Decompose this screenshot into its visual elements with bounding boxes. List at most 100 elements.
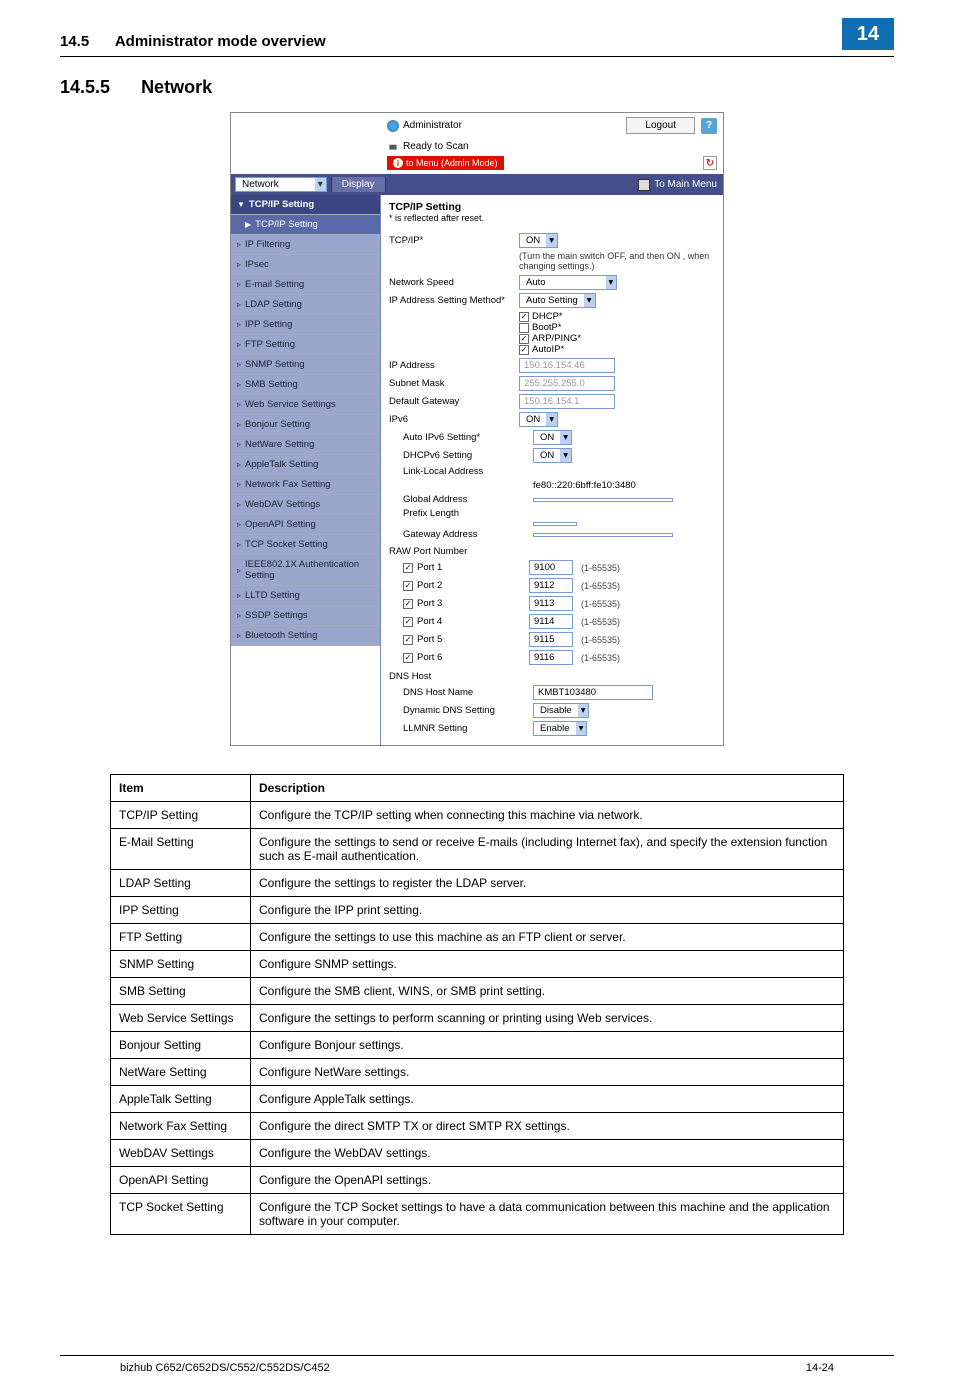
- dhcpv6-select[interactable]: ON▾: [533, 448, 572, 463]
- llmnr-select[interactable]: Enable▾: [533, 721, 587, 736]
- globaladdr-input[interactable]: [533, 498, 673, 502]
- port-input[interactable]: 9112: [529, 578, 573, 593]
- llmnr-label: LLMNR Setting: [403, 723, 533, 734]
- port-input[interactable]: 9113: [529, 596, 573, 611]
- port-input[interactable]: 9116: [529, 650, 573, 665]
- table-row: Web Service SettingsConfigure the settin…: [111, 1005, 844, 1032]
- ipaddr-input[interactable]: 150.16.154.46: [519, 358, 615, 373]
- port-label: Port 2: [417, 580, 529, 591]
- dyndns-label: Dynamic DNS Setting: [403, 705, 533, 716]
- help-button[interactable]: ?: [701, 118, 717, 134]
- port-input[interactable]: 9115: [529, 632, 573, 647]
- prefix-input[interactable]: [533, 522, 577, 526]
- th-item: Item: [111, 775, 251, 802]
- linklocal-label: Link-Local Address: [403, 466, 533, 477]
- port-checkbox[interactable]: ✓: [403, 599, 413, 609]
- port-checkbox[interactable]: ✓: [403, 563, 413, 573]
- sidebar-item[interactable]: ▹Web Service Settings: [231, 395, 380, 415]
- sidebar-item[interactable]: ▹LDAP Setting: [231, 295, 380, 315]
- mode-text: to Menu (Admin Mode): [406, 158, 498, 168]
- arp-checkbox[interactable]: ✓: [519, 334, 529, 344]
- ipmethod-label: IP Address Setting Method*: [389, 295, 519, 306]
- table-row: NetWare SettingConfigure NetWare setting…: [111, 1059, 844, 1086]
- mode-chip[interactable]: i to Menu (Admin Mode): [387, 156, 504, 170]
- menu-icon: [638, 179, 650, 191]
- table-row: OpenAPI SettingConfigure the OpenAPI set…: [111, 1167, 844, 1194]
- refresh-button[interactable]: ↻: [703, 156, 717, 170]
- autoip-checkbox[interactable]: ✓: [519, 345, 529, 355]
- netspeed-select[interactable]: Auto▾: [519, 275, 617, 290]
- table-row: WebDAV SettingsConfigure the WebDAV sett…: [111, 1140, 844, 1167]
- sidebar-sub[interactable]: ▶TCP/IP Setting: [231, 215, 380, 235]
- ipmethod-select[interactable]: Auto Setting▾: [519, 293, 596, 308]
- to-main-menu-button[interactable]: To Main Menu: [638, 179, 723, 191]
- table-row: SNMP SettingConfigure SNMP settings.: [111, 951, 844, 978]
- table-row: AppleTalk SettingConfigure AppleTalk set…: [111, 1086, 844, 1113]
- sidebar-item[interactable]: ▹SNMP Setting: [231, 355, 380, 375]
- tcpip-note: (Turn the main switch OFF, and then ON ,…: [519, 251, 715, 271]
- port-checkbox[interactable]: ✓: [403, 581, 413, 591]
- admin-text: Administrator: [403, 120, 462, 131]
- sidebar-item[interactable]: ▹NetWare Setting: [231, 435, 380, 455]
- sidebar-top[interactable]: ▼TCP/IP Setting: [231, 195, 380, 215]
- autoip-label: AutoIP*: [532, 344, 564, 355]
- raw-port-label: RAW Port Number: [389, 546, 715, 557]
- sidebar-item[interactable]: ▹IPsec: [231, 255, 380, 275]
- dns-name-input[interactable]: KMBT103480: [533, 685, 653, 700]
- logout-button[interactable]: Logout: [626, 117, 695, 134]
- description-table: Item Description TCP/IP SettingConfigure…: [110, 774, 844, 1235]
- ipv6-select[interactable]: ON▾: [519, 412, 558, 427]
- table-row: LDAP SettingConfigure the settings to re…: [111, 870, 844, 897]
- sidebar-item[interactable]: ▹Bonjour Setting: [231, 415, 380, 435]
- header-rule: [60, 56, 894, 57]
- sidebar-item[interactable]: ▹SMB Setting: [231, 375, 380, 395]
- sidebar-item[interactable]: ▹IP Filtering: [231, 235, 380, 255]
- bootp-checkbox[interactable]: [519, 323, 529, 333]
- port-label: Port 5: [417, 634, 529, 645]
- arp-label: ARP/PING*: [532, 333, 581, 344]
- subnet-input[interactable]: 255.255.255.0: [519, 376, 615, 391]
- port-checkbox[interactable]: ✓: [403, 653, 413, 663]
- port-range: (1-65535): [581, 581, 620, 591]
- sidebar-item[interactable]: ▹Network Fax Setting: [231, 475, 380, 495]
- port-checkbox[interactable]: ✓: [403, 617, 413, 627]
- sidebar-item[interactable]: ▹SSDP Settings: [231, 606, 380, 626]
- sidebar-item[interactable]: ▹WebDAV Settings: [231, 495, 380, 515]
- sidebar-item[interactable]: ▹TCP Socket Setting: [231, 535, 380, 555]
- table-row: Bonjour SettingConfigure Bonjour setting…: [111, 1032, 844, 1059]
- admin-screenshot: Administrator Logout ? Ready to Scan i t…: [230, 112, 724, 746]
- port-label: Port 4: [417, 616, 529, 627]
- dns-name-label: DNS Host Name: [403, 687, 533, 698]
- gwaddr-input[interactable]: [533, 533, 673, 537]
- table-row: IPP SettingConfigure the IPP print setti…: [111, 897, 844, 924]
- section-title: Network: [141, 77, 212, 97]
- sidebar-item[interactable]: ▹IPP Setting: [231, 315, 380, 335]
- port-label: Port 3: [417, 598, 529, 609]
- port-input[interactable]: 9114: [529, 614, 573, 629]
- port-input[interactable]: 9100: [529, 560, 573, 575]
- sidebar-item[interactable]: ▹E-mail Setting: [231, 275, 380, 295]
- gateway-input[interactable]: 150.16.154.1: [519, 394, 615, 409]
- tcpip-label: TCP/IP*: [389, 235, 519, 246]
- sidebar-item[interactable]: ▹Bluetooth Setting: [231, 626, 380, 646]
- port-checkbox[interactable]: ✓: [403, 635, 413, 645]
- sidebar-item[interactable]: ▹LLTD Setting: [231, 586, 380, 606]
- tcpip-select[interactable]: ON▾: [519, 233, 558, 248]
- printer-icon: [387, 140, 399, 152]
- nav-dropdown[interactable]: Network ▾: [235, 177, 327, 192]
- sidebar-item[interactable]: ▹FTP Setting: [231, 335, 380, 355]
- autoipv6-select[interactable]: ON▾: [533, 430, 572, 445]
- display-button[interactable]: Display: [331, 177, 386, 192]
- subnet-label: Subnet Mask: [389, 378, 519, 389]
- to-main-menu-label: To Main Menu: [654, 179, 717, 190]
- sidebar-item[interactable]: ▹OpenAPI Setting: [231, 515, 380, 535]
- dhcpv6-label: DHCPv6 Setting: [403, 450, 533, 461]
- dhcp-checkbox[interactable]: ✓: [519, 312, 529, 322]
- content-pane: TCP/IP Setting * is reflected after rese…: [381, 195, 723, 745]
- sidebar-item[interactable]: ▹IEEE802.1X Authentication Setting: [231, 555, 380, 586]
- sidebar-item[interactable]: ▹AppleTalk Setting: [231, 455, 380, 475]
- admin-label: Administrator: [237, 120, 462, 132]
- globaladdr-label: Global Address: [403, 494, 533, 505]
- linklocal-value: fe80::220:6bff:fe10:3480: [533, 480, 715, 491]
- dyndns-select[interactable]: Disable▾: [533, 703, 589, 718]
